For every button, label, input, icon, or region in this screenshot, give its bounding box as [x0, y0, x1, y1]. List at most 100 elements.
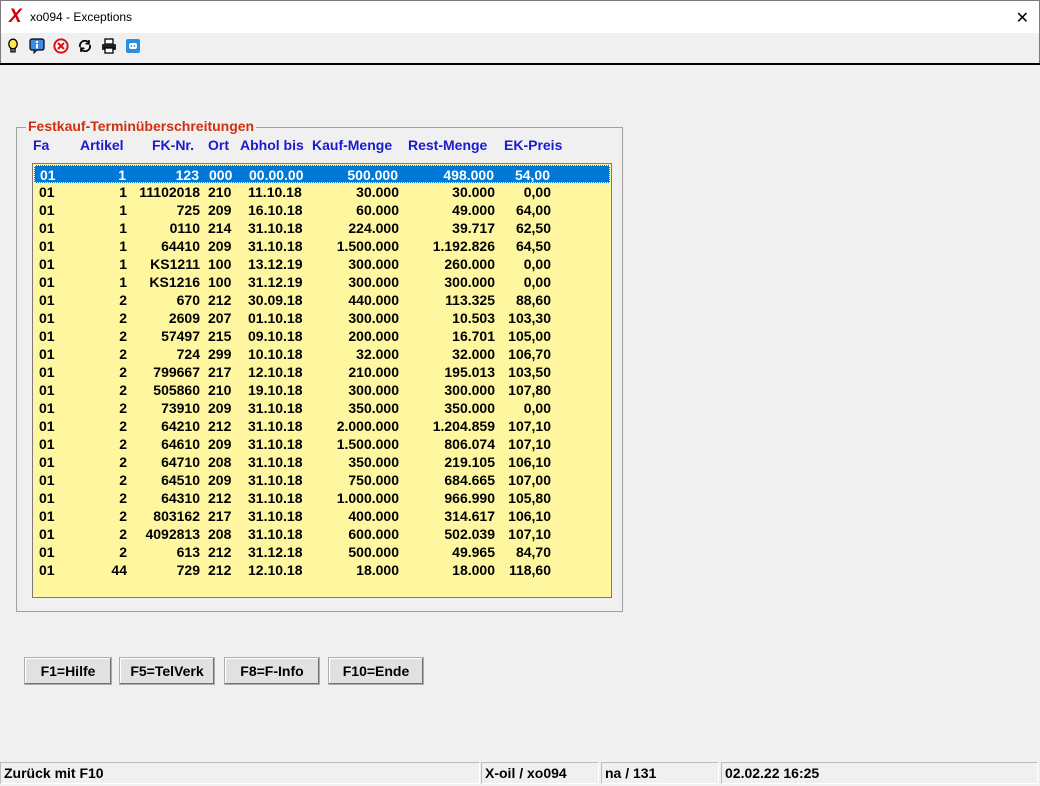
- cell-rest-menge: 498.000: [443, 167, 494, 183]
- cell-fa: 01: [39, 490, 55, 506]
- table-row[interactable]: 01 2 57497 215 09.10.18 200.000 16.701 105,00: [34, 327, 610, 345]
- table-row[interactable]: 01 1 123 000 00.00.00 500.000 498.000 54,00: [34, 165, 610, 183]
- table-row[interactable]: 01 2 73910 209 31.10.18 350.000 350.000 0,00: [34, 399, 610, 417]
- cell-rest-menge: 18.000: [452, 562, 495, 578]
- cell-ek-preis: 107,80: [508, 382, 551, 398]
- close-button[interactable]: ✕: [1016, 8, 1029, 28]
- cell-artikel: 1: [119, 274, 127, 290]
- cell-rest-menge: 195.013: [444, 364, 495, 380]
- cell-fk-nr: KS1211: [150, 256, 200, 272]
- table-row[interactable]: 01 2 2609 207 01.10.18 300.000 10.503 103,30: [34, 309, 610, 327]
- telverk-button[interactable]: F5=TelVerk: [119, 657, 215, 685]
- cell-abhol-bis: 31.12.18: [248, 544, 303, 560]
- cell-rest-menge: 966.990: [444, 490, 495, 506]
- cell-fa: 01: [39, 400, 55, 416]
- cell-abhol-bis: 31.10.18: [248, 508, 303, 524]
- cell-fk-nr: 64610: [161, 436, 200, 452]
- cell-abhol-bis: 31.10.18: [248, 400, 303, 416]
- cell-abhol-bis: 12.10.18: [248, 364, 303, 380]
- printer-icon[interactable]: [100, 37, 118, 55]
- status-bar: Zurück mit F10 X-oil / xo094 na / 131 02…: [0, 760, 1040, 786]
- end-button[interactable]: F10=Ende: [328, 657, 424, 685]
- cell-ek-preis: 84,70: [515, 544, 551, 560]
- cell-rest-menge: 300.000: [444, 382, 495, 398]
- cell-artikel: 1: [119, 184, 127, 200]
- cell-fk-nr: 64210: [161, 418, 200, 434]
- cell-kauf-menge: 300.000: [348, 310, 399, 326]
- info-icon[interactable]: [28, 37, 46, 55]
- header-ek-preis: EK-Preis: [504, 137, 563, 153]
- cell-kauf-menge: 300.000: [348, 256, 399, 272]
- table-row[interactable]: 01 2 64510 209 31.10.18 750.000 684.665 107,00: [34, 471, 610, 489]
- cell-ort: 100: [208, 256, 232, 272]
- help-button[interactable]: F1=Hilfe: [24, 657, 112, 685]
- table-row[interactable]: 01 2 613 212 31.12.18 500.000 49.965 84,70: [34, 543, 610, 561]
- cell-artikel: 2: [119, 418, 127, 434]
- cell-rest-menge: 314.617: [444, 508, 495, 524]
- cell-ort: 217: [208, 364, 232, 380]
- table-row[interactable]: 01 1 0110 214 31.10.18 224.000 39.717 62,50: [34, 219, 610, 237]
- chat-icon[interactable]: [124, 37, 142, 55]
- cell-abhol-bis: 31.10.18: [248, 454, 303, 470]
- cell-artikel: 2: [119, 310, 127, 326]
- table-row[interactable]: 01 2 4092813 208 31.10.18 600.000 502.039 107,1…: [34, 525, 610, 543]
- table-row[interactable]: 01 2 799667 217 12.10.18 210.000 195.013 103,50: [34, 363, 610, 381]
- lightbulb-icon[interactable]: [4, 37, 22, 55]
- cell-abhol-bis: 31.10.18: [248, 220, 303, 236]
- header-kauf-menge: Kauf-Menge: [312, 137, 393, 153]
- cell-fa: 01: [39, 364, 55, 380]
- table-row[interactable]: 01 1 725 209 16.10.18 60.000 49.000 64,00: [34, 201, 610, 219]
- cell-ek-preis: 0,00: [523, 256, 551, 272]
- table-row[interactable]: 01 2 505860 210 19.10.18 300.000 300.000 107,80: [34, 381, 610, 399]
- cell-artikel: 1: [119, 238, 127, 254]
- table-row[interactable]: 01 44 729 212 12.10.18 18.000 18.000 118,60: [34, 561, 610, 579]
- f-info-button[interactable]: F8=F-Info: [224, 657, 320, 685]
- cell-kauf-menge: 440.000: [348, 292, 399, 308]
- cell-rest-menge: 39.717: [452, 220, 495, 236]
- cell-artikel: 2: [119, 328, 127, 344]
- cell-fk-nr: 505860: [153, 382, 200, 398]
- cell-ort: 209: [208, 472, 232, 488]
- cell-fk-nr: 64510: [161, 472, 200, 488]
- cell-fk-nr: 4092813: [145, 526, 200, 542]
- table-row[interactable]: 01 2 803162 217 31.10.18 400.000 314.617 106,10: [34, 507, 610, 525]
- cell-fk-nr: 64310: [161, 490, 200, 506]
- cell-ort: 209: [208, 436, 232, 452]
- cell-fk-nr: 725: [176, 202, 200, 218]
- cell-rest-menge: 1.204.859: [432, 418, 495, 434]
- table-row[interactable]: 01 2 724 299 10.10.18 32.000 32.000 106,70: [34, 345, 610, 363]
- cell-ort: 000: [209, 167, 233, 183]
- table-row[interactable]: 01 2 64310 212 31.10.18 1.000.000 966.990 105,8…: [34, 489, 610, 507]
- table-row[interactable]: 01 1 11102018 210 11.10.18 30.000 30.000 0,00: [34, 183, 610, 201]
- cell-ek-preis: 107,00: [508, 472, 551, 488]
- table-row[interactable]: 01 2 670 212 30.09.18 440.000 113.325 88,60: [34, 291, 610, 309]
- table-row[interactable]: 01 1 KS1216 100 31.12.19 300.000 300.000 0,00: [34, 273, 610, 291]
- cell-abhol-bis: 09.10.18: [248, 328, 303, 344]
- cell-fa: 01: [39, 544, 55, 560]
- table-row[interactable]: 01 1 KS1211 100 13.12.19 300.000 260.000 0,00: [34, 255, 610, 273]
- exceptions-list[interactable]: 01 1 123 000 00.00.00 500.000 498.000 54,00 01 1 1…: [32, 163, 612, 598]
- cell-rest-menge: 49.000: [452, 202, 495, 218]
- cell-artikel: 2: [119, 508, 127, 524]
- table-row[interactable]: 01 2 64210 212 31.10.18 2.000.000 1.204.859 107…: [34, 417, 610, 435]
- cell-artikel: 2: [119, 346, 127, 362]
- header-artikel: Artikel: [80, 137, 124, 153]
- stop-icon[interactable]: [52, 37, 70, 55]
- table-row[interactable]: 01 2 64710 208 31.10.18 350.000 219.105 106,10: [34, 453, 610, 471]
- table-row[interactable]: 01 2 64610 209 31.10.18 1.500.000 806.074 107,1…: [34, 435, 610, 453]
- refresh-icon[interactable]: [76, 37, 94, 55]
- cell-fk-nr: 73910: [161, 400, 200, 416]
- cell-fa: 01: [40, 167, 56, 183]
- cell-fa: 01: [39, 274, 55, 290]
- cell-kauf-menge: 18.000: [356, 562, 399, 578]
- cell-kauf-menge: 400.000: [348, 508, 399, 524]
- table-row[interactable]: 01 1 64410 209 31.10.18 1.500.000 1.192.826 64,…: [34, 237, 610, 255]
- cell-kauf-menge: 750.000: [348, 472, 399, 488]
- cell-kauf-menge: 32.000: [356, 346, 399, 362]
- cell-fk-nr: 670: [176, 292, 200, 308]
- cell-fa: 01: [39, 562, 55, 578]
- cell-ek-preis: 106,10: [508, 454, 551, 470]
- cell-rest-menge: 219.105: [444, 454, 495, 470]
- cell-abhol-bis: 10.10.18: [248, 346, 303, 362]
- cell-rest-menge: 1.192.826: [432, 238, 495, 254]
